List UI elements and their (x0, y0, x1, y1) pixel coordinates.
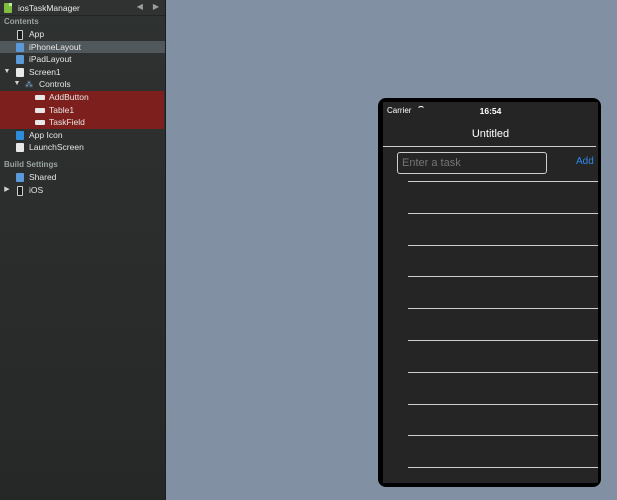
nav-item-label: AddButton (49, 91, 89, 102)
table-row-separator (408, 181, 598, 182)
build-settings-section-header: Build Settings (4, 159, 58, 169)
app-icon-asset-icon (16, 130, 24, 140)
disclosure-open-icon[interactable]: ▼ (3, 66, 11, 79)
controls-group-icon: ⁂ (25, 80, 33, 90)
table-row-separator (408, 244, 598, 246)
navigation-title: Untitled (471, 128, 510, 140)
layout-icon (16, 42, 24, 52)
back-arrow-icon[interactable]: ◀ (137, 2, 143, 11)
nav-item-controls[interactable]: ▼ ⁂ Controls (0, 78, 165, 91)
project-file-icon (4, 2, 12, 13)
screen-icon (16, 67, 24, 77)
table-row-separator (408, 340, 598, 341)
nav-item-label: Screen1 (29, 66, 61, 77)
iphone-device-icon (17, 185, 23, 196)
table-row-separator (408, 371, 598, 373)
nav-item-taskfield[interactable]: TaskField (0, 116, 164, 129)
nav-item-label: Table1 (49, 104, 75, 115)
textfield-control-icon (35, 120, 45, 126)
nav-item-table1[interactable]: Table1 (0, 103, 164, 117)
task-field[interactable] (397, 152, 547, 174)
disclosure-open-icon[interactable]: ▼ (13, 78, 21, 91)
table-row-separator (408, 435, 598, 437)
disclosure-closed-icon[interactable]: ▶ (3, 184, 11, 197)
nav-item-label: iPhoneLayout (29, 41, 81, 52)
nav-item-ios[interactable]: ▶ iOS (0, 184, 165, 197)
nav-item-launchscreen[interactable]: LaunchScreen (0, 141, 165, 154)
nav-item-shared[interactable]: Shared (0, 171, 165, 184)
button-control-icon (35, 94, 45, 100)
navigation-bar-divider (383, 146, 596, 147)
nav-item-label: LaunchScreen (29, 142, 84, 153)
navigator-header: iosTaskManager ◀ ▶ (0, 0, 165, 16)
nav-item-label: Controls (39, 79, 71, 90)
add-button[interactable]: Add (576, 156, 594, 167)
nav-item-ipadlayout[interactable]: iPadLayout (0, 53, 165, 66)
shared-settings-icon (16, 172, 24, 182)
phone-screen: Carrier 16:54 Untitled Add (383, 102, 598, 483)
table-control-icon (35, 107, 45, 113)
history-nav: ◀ ▶ (137, 2, 159, 11)
project-navigator: iosTaskManager ◀ ▶ Contents App iPhoneLa… (0, 0, 166, 500)
nav-item-app-icon[interactable]: App Icon (0, 129, 165, 142)
nav-item-label: iOS (29, 184, 44, 195)
nav-item-addbutton[interactable]: AddButton (0, 90, 164, 104)
project-title: iosTaskManager (18, 2, 80, 13)
nav-item-label: iPadLayout (29, 54, 72, 65)
status-bar: Carrier 16:54 (383, 102, 598, 119)
table-row-separator (408, 467, 598, 469)
layout-icon (16, 55, 24, 65)
launch-screen-icon (16, 143, 24, 153)
nav-item-iphonelayout[interactable]: iPhoneLayout (0, 40, 165, 54)
nav-item-label: Shared (29, 171, 57, 182)
table-row-separator (408, 212, 598, 214)
iphone-device-icon (17, 30, 23, 40)
nav-item-label: App Icon (29, 129, 63, 140)
nav-item-label: App (29, 29, 45, 39)
table-row-separator (408, 308, 598, 310)
iphone-layout-preview: Carrier 16:54 Untitled Add (378, 98, 601, 487)
forward-arrow-icon[interactable]: ▶ (153, 2, 159, 11)
nav-item-screen1[interactable]: ▼ Screen1 (0, 66, 165, 79)
table-row-separator (408, 403, 598, 405)
contents-section-header: Contents (4, 17, 39, 26)
nav-item-label: TaskField (49, 117, 85, 128)
table-row-separator (408, 276, 598, 278)
status-time: 16:54 (479, 106, 502, 116)
nav-item-app[interactable]: App (0, 28, 165, 41)
